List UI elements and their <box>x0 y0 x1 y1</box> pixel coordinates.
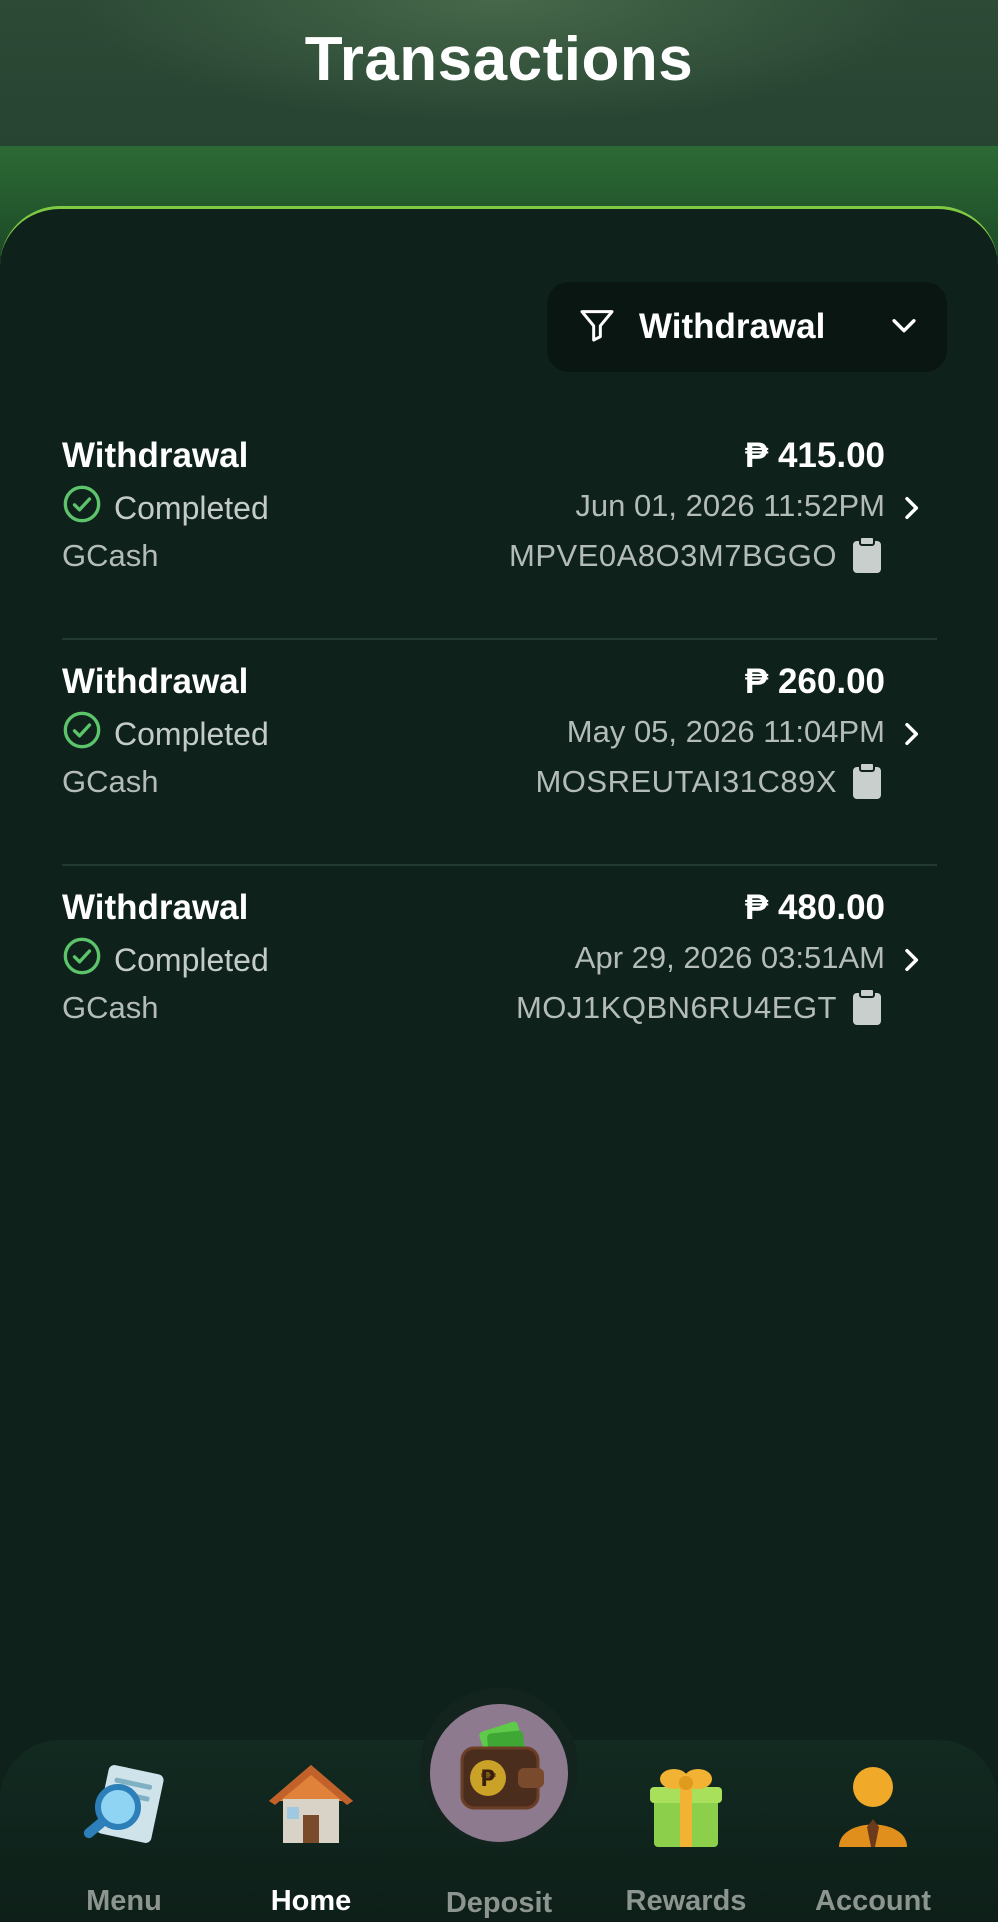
transaction-type: Withdrawal <box>62 436 249 475</box>
clipboard-copy-icon[interactable] <box>851 988 883 1031</box>
nav-rewards-label: Rewards <box>625 1885 747 1917</box>
status-text: Completed <box>114 715 269 752</box>
nav-account[interactable]: Account <box>783 1755 963 1920</box>
nav-deposit[interactable]: Deposit <box>409 1757 589 1922</box>
transaction-status: Completed <box>62 484 269 532</box>
reference-number: MPVE0A8O3M7BGGO <box>509 538 837 573</box>
chevron-right-icon[interactable] <box>895 944 927 981</box>
nav-menu-label: Menu <box>86 1885 162 1917</box>
chevron-down-icon <box>887 308 921 347</box>
clipboard-copy-icon[interactable] <box>851 762 883 805</box>
gift-icon <box>650 1769 722 1847</box>
transaction-datetime: May 05, 2026 11:04PM <box>566 714 885 749</box>
chevron-right-icon[interactable] <box>895 718 927 755</box>
nav-deposit-label: Deposit <box>445 1887 553 1919</box>
nav-home[interactable]: Home <box>221 1755 401 1920</box>
filter-dropdown[interactable]: Withdrawal <box>547 282 947 372</box>
transaction-amount: ₱ 480.00 <box>744 888 885 927</box>
account-icon <box>839 1767 907 1847</box>
transaction-status: Completed <box>62 710 269 758</box>
transaction-row[interactable]: Withdrawal Completed GCash ₱ 260.00 May … <box>62 640 937 866</box>
payment-method: GCash <box>62 538 159 573</box>
menu-magnifier-icon <box>83 1765 164 1843</box>
chevron-right-icon[interactable] <box>895 492 927 529</box>
check-circle-icon <box>62 710 114 758</box>
home-icon <box>269 1765 353 1843</box>
check-circle-icon <box>62 484 114 532</box>
transaction-row[interactable]: Withdrawal Completed GCash ₱ 480.00 Apr … <box>62 866 937 1056</box>
status-text: Completed <box>114 941 269 978</box>
filter-icon <box>577 305 617 350</box>
nav-menu[interactable]: Menu <box>34 1755 214 1920</box>
payment-method: GCash <box>62 990 159 1025</box>
page-title: Transactions <box>304 25 694 94</box>
header: Transactions <box>0 0 998 146</box>
transaction-type: Withdrawal <box>62 662 249 701</box>
transaction-datetime: Apr 29, 2026 03:51AM <box>574 940 885 975</box>
transaction-status: Completed <box>62 936 269 984</box>
payment-method: GCash <box>62 764 159 799</box>
reference-number: MOJ1KQBN6RU4EGT <box>515 990 837 1025</box>
clipboard-copy-icon[interactable] <box>851 536 883 579</box>
nav-home-label: Home <box>270 1885 352 1917</box>
check-circle-icon <box>62 936 114 984</box>
reference-number: MOSREUTAI31C89X <box>535 764 837 799</box>
nav-rewards[interactable]: Rewards <box>596 1755 776 1920</box>
filter-label: Withdrawal <box>639 307 826 346</box>
nav-account-label: Account <box>815 1885 931 1917</box>
status-text: Completed <box>114 489 269 526</box>
transaction-row[interactable]: Withdrawal Completed GCash ₱ 415.00 Jun … <box>62 414 937 640</box>
transaction-amount: ₱ 415.00 <box>744 436 885 475</box>
transaction-amount: ₱ 260.00 <box>744 662 885 701</box>
transaction-type: Withdrawal <box>62 888 249 927</box>
transaction-datetime: Jun 01, 2026 11:52PM <box>575 488 885 523</box>
